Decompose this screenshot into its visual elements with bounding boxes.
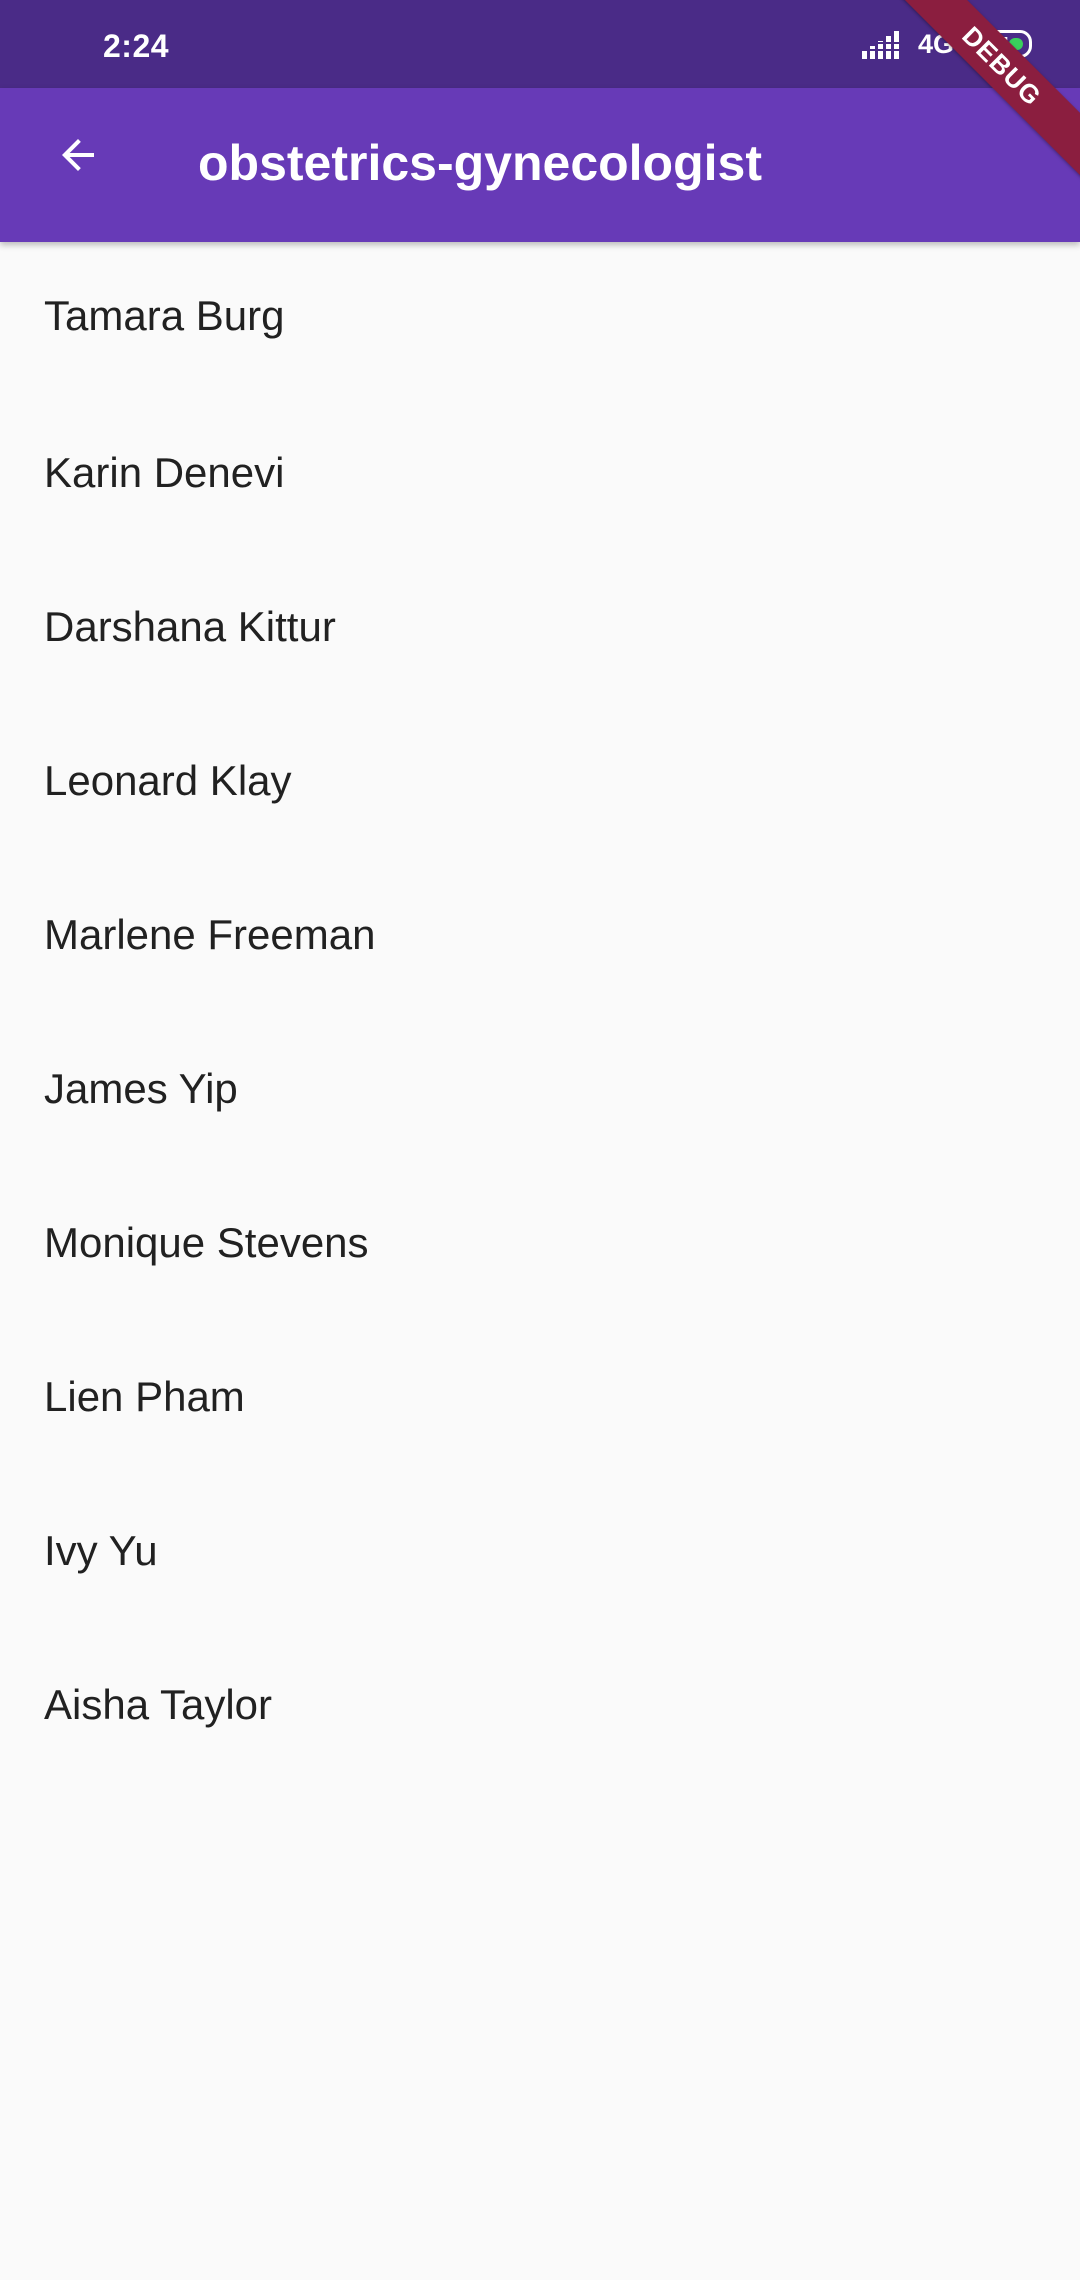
list-item[interactable]: Lien Pham [0, 1320, 1080, 1474]
list-item[interactable]: Ivy Yu [0, 1474, 1080, 1628]
list-item[interactable]: Monique Stevens [0, 1166, 1080, 1320]
list-item[interactable]: Marlene Freeman [0, 858, 1080, 1012]
status-time: 2:24 [103, 28, 170, 64]
list-item[interactable]: Leonard Klay [0, 704, 1080, 858]
arrow-back-icon [54, 131, 102, 184]
page-title: obstetrics-gynecologist [198, 135, 762, 191]
signal-bars-icon [861, 29, 906, 59]
list-item[interactable]: Aisha Taylor [0, 1628, 1080, 1782]
back-button[interactable] [42, 121, 114, 193]
list-item[interactable]: James Yip [0, 1012, 1080, 1166]
list-item[interactable]: Darshana Kittur [0, 550, 1080, 704]
list-item[interactable]: Karin Denevi [0, 396, 1080, 550]
app-bar: obstetrics-gynecologist [0, 88, 1080, 242]
doctor-list: Tamara Burg Karin Denevi Darshana Kittur… [0, 242, 1080, 1782]
list-item[interactable]: Tamara Burg [0, 242, 1080, 396]
